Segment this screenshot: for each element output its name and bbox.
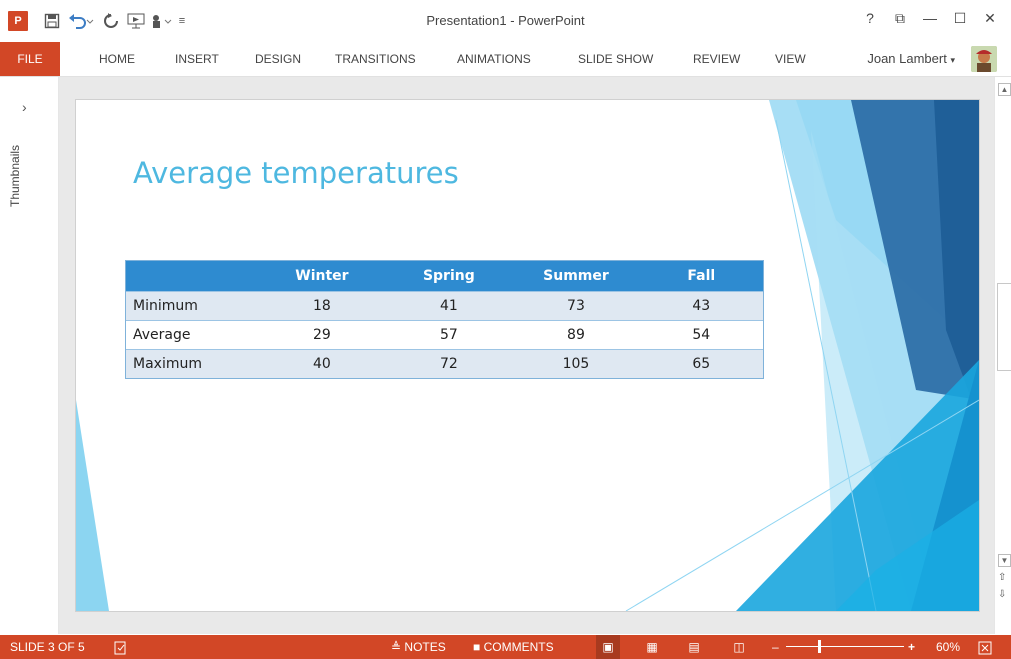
table-header-cell[interactable]: Fall	[639, 261, 763, 292]
title-bar: P ≡ Presentation1 - PowerPoint ? ⧉ — ☐ ✕	[0, 0, 1011, 42]
table-cell[interactable]: 73	[512, 291, 640, 321]
zoom-slider-thumb[interactable]	[818, 640, 821, 653]
slide-indicator: SLIDE 3 OF 5	[10, 640, 85, 654]
ribbon-display-options-icon[interactable]: ⧉	[885, 10, 915, 27]
tab-review[interactable]: REVIEW	[693, 42, 740, 76]
slide-title[interactable]: Average temperatures	[133, 156, 459, 190]
table-cell[interactable]: 29	[258, 320, 386, 350]
maximize-icon[interactable]: ☐	[945, 10, 975, 27]
notes-icon: ≜	[391, 640, 402, 654]
avatar[interactable]	[971, 46, 997, 72]
scroll-up-icon[interactable]: ▲	[998, 83, 1011, 96]
table-cell[interactable]: Average	[126, 320, 259, 350]
table-cell[interactable]: 41	[385, 291, 513, 321]
table-header-cell[interactable]: Spring	[385, 261, 513, 292]
zoom-slider[interactable]	[786, 646, 904, 647]
table-header-cell[interactable]	[126, 261, 259, 292]
table-row: Minimum 18 41 73 43	[126, 291, 763, 321]
user-name[interactable]: Joan Lambert	[867, 51, 947, 66]
table-cell[interactable]: 54	[639, 320, 763, 350]
tab-design[interactable]: DESIGN	[255, 42, 301, 76]
ribbon-tabs: FILE HOME INSERT DESIGN TRANSITIONS ANIM…	[0, 42, 1011, 77]
normal-view-icon[interactable]: ▣	[596, 635, 620, 659]
comments-button[interactable]: ■ COMMENTS	[473, 635, 554, 659]
zoom-level[interactable]: 60%	[936, 635, 960, 659]
expand-thumbnails-icon[interactable]: ›	[22, 99, 27, 115]
zoom-in-icon[interactable]: +	[908, 635, 915, 659]
slide-sorter-icon[interactable]: ▦	[642, 635, 662, 659]
status-bar: SLIDE 3 OF 5 ≜ NOTES ■ COMMENTS ▣ ▦ ▤ ◫ …	[0, 635, 1011, 659]
previous-slide-icon[interactable]: ⇧	[998, 572, 1006, 583]
reading-view-icon[interactable]: ▤	[684, 635, 704, 659]
comments-label: COMMENTS	[483, 640, 554, 654]
thumbnails-label[interactable]: Thumbnails	[8, 117, 22, 207]
table-row: Average 29 57 89 54	[126, 320, 763, 350]
tab-transitions[interactable]: TRANSITIONS	[335, 42, 416, 76]
next-slide-icon[interactable]: ⇩	[998, 589, 1006, 600]
table-row: Maximum 40 72 105 65	[126, 349, 763, 378]
table-cell[interactable]: Maximum	[126, 349, 259, 378]
vertical-scrollbar[interactable]: ▲ ▼ ⇧ ⇩	[994, 77, 1011, 634]
table-header-cell[interactable]: Summer	[512, 261, 640, 292]
notes-label: NOTES	[404, 640, 446, 654]
table-cell[interactable]: 57	[385, 320, 513, 350]
table-cell[interactable]: 89	[512, 320, 640, 350]
close-icon[interactable]: ✕	[975, 10, 1005, 27]
table-header-cell[interactable]: Winter	[258, 261, 386, 292]
thumbnails-pane: › Thumbnails	[0, 77, 59, 634]
chevron-down-icon[interactable]: ▾	[950, 55, 955, 65]
user-account[interactable]: Joan Lambert ▾	[867, 42, 955, 76]
help-icon[interactable]: ?	[855, 10, 885, 27]
fit-slide-icon[interactable]	[978, 635, 992, 659]
slide[interactable]: Average temperatures Winter Spring Summe…	[76, 100, 979, 611]
comment-icon: ■	[473, 640, 481, 654]
temperature-table[interactable]: Winter Spring Summer Fall Minimum 18 41 …	[126, 261, 763, 378]
table-cell[interactable]: Minimum	[126, 291, 259, 321]
table-cell[interactable]: 72	[385, 349, 513, 378]
scroll-down-icon[interactable]: ▼	[998, 554, 1011, 567]
tab-insert[interactable]: INSERT	[175, 42, 219, 76]
slide-show-icon[interactable]: ◫	[729, 635, 749, 659]
tab-slide-show[interactable]: SLIDE SHOW	[578, 42, 653, 76]
scrollbar-thumb[interactable]	[997, 283, 1011, 371]
tab-animations[interactable]: ANIMATIONS	[457, 42, 531, 76]
table-header-row: Winter Spring Summer Fall	[126, 261, 763, 292]
table-cell[interactable]: 18	[258, 291, 386, 321]
zoom-out-icon[interactable]: –	[772, 635, 779, 659]
table-cell[interactable]: 40	[258, 349, 386, 378]
spell-check-icon[interactable]	[114, 635, 128, 659]
table-cell[interactable]: 65	[639, 349, 763, 378]
notes-button[interactable]: ≜ NOTES	[391, 635, 446, 659]
table-cell[interactable]: 105	[512, 349, 640, 378]
table-cell[interactable]: 43	[639, 291, 763, 321]
minimize-icon[interactable]: —	[915, 10, 945, 27]
tab-file[interactable]: FILE	[0, 42, 60, 76]
tab-view[interactable]: VIEW	[775, 42, 806, 76]
tab-home[interactable]: HOME	[99, 42, 135, 76]
